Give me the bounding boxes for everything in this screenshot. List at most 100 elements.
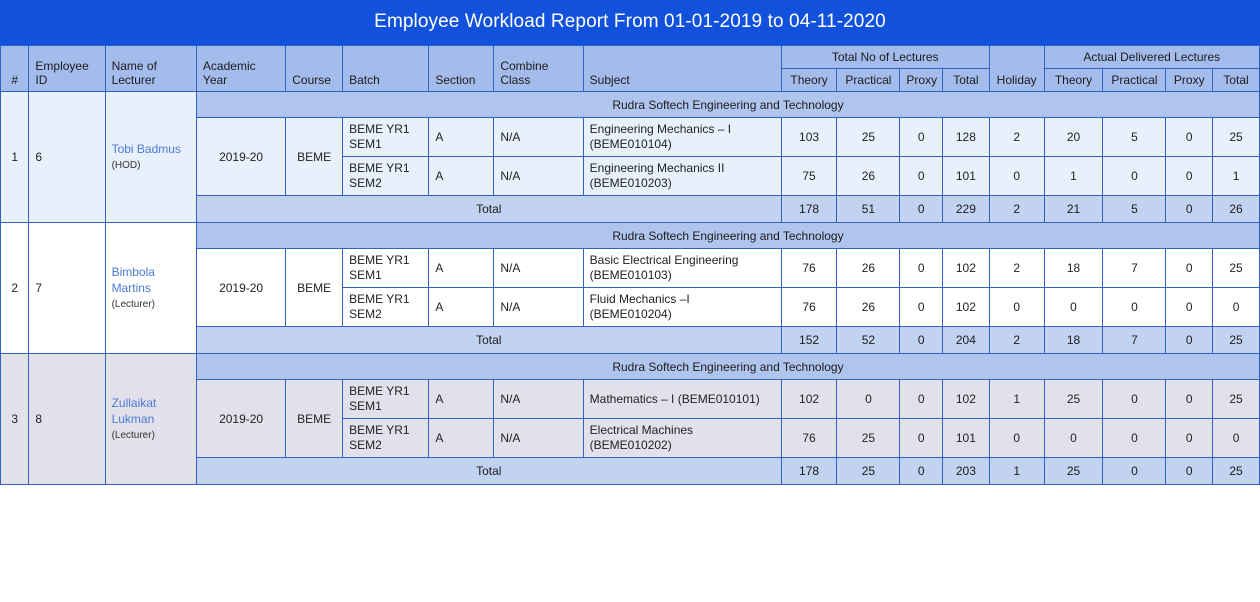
col-employee-id: Employee ID — [28, 45, 106, 92]
section-cell: A — [428, 418, 495, 458]
combine-class-cell: N/A — [493, 287, 584, 327]
group-total-label: Total — [195, 195, 782, 223]
batch-cell: BEME YR1 SEM1 — [342, 248, 430, 288]
cell-total-proxy: 0 — [899, 117, 944, 157]
col-actual-proxy: Proxy — [1165, 68, 1214, 92]
section-cell: A — [428, 248, 495, 288]
employee-workload-report: Employee Workload Report From 01-01-2019… — [0, 0, 1260, 485]
group-institution-row: 3 8 Zullaikat Lukman (Lecturer) Rudra Softec… — [0, 353, 1260, 485]
employee-id-cell: 8 — [28, 353, 106, 485]
report-title: Employee Workload Report From 01-01-2019… — [0, 0, 1260, 45]
subject-cell: Engineering Mechanics II (BEME010203) — [582, 156, 782, 196]
cell-holiday: 2 — [988, 117, 1045, 157]
cell-actual-practical: 0 — [1102, 418, 1167, 458]
section-cell: A — [428, 379, 495, 419]
cell-total-theory: 76 — [780, 418, 838, 458]
cell-total-total: 101 — [942, 418, 990, 458]
cell-total-proxy: 0 — [899, 156, 944, 196]
cell-holiday: 0 — [988, 418, 1045, 458]
cell-total-practical: 0 — [836, 379, 901, 419]
group-total-total-theory: 178 — [780, 195, 838, 223]
cell-total-proxy: 0 — [899, 287, 944, 327]
academic-year-cell: 2019-20 — [195, 248, 287, 327]
col-index: # — [0, 45, 30, 92]
cell-total-total: 102 — [942, 287, 990, 327]
group-total-total-total: 203 — [942, 457, 990, 485]
cell-total-total: 101 — [942, 156, 990, 196]
lecturer-name-link[interactable]: Tobi Badmus — [112, 141, 190, 157]
cell-holiday: 2 — [988, 248, 1045, 288]
lecturer-cell: Zullaikat Lukman (Lecturer) — [104, 353, 197, 485]
group-total-total-proxy: 0 — [899, 326, 944, 354]
combine-class-cell: N/A — [493, 156, 584, 196]
cell-total-total: 102 — [942, 248, 990, 288]
cell-total-practical: 25 — [836, 418, 901, 458]
cell-actual-theory: 0 — [1043, 418, 1104, 458]
col-section: Section — [428, 45, 495, 92]
group-total-total-proxy: 0 — [899, 195, 944, 223]
institution-name: Rudra Softech Engineering and Technology — [195, 222, 1260, 249]
group-total-actual-proxy: 0 — [1165, 195, 1214, 223]
lecturer-name-link[interactable]: Zullaikat Lukman — [112, 395, 190, 427]
cell-actual-proxy: 0 — [1165, 248, 1214, 288]
cell-total-theory: 103 — [780, 117, 838, 157]
group-total-holiday: 2 — [988, 195, 1045, 223]
cell-total-proxy: 0 — [899, 379, 944, 419]
col-total-practical: Practical — [836, 68, 901, 92]
employee-id-cell: 6 — [28, 91, 106, 223]
cell-total-practical: 26 — [836, 156, 901, 196]
group-total-actual-theory: 21 — [1043, 195, 1104, 223]
group-total-actual-practical: 7 — [1102, 326, 1167, 354]
batch-cell: BEME YR1 SEM2 — [342, 287, 430, 327]
batch-cell: BEME YR1 SEM1 — [342, 379, 430, 419]
group-total-actual-proxy: 0 — [1165, 457, 1214, 485]
batch-cell: BEME YR1 SEM1 — [342, 117, 430, 157]
cell-actual-proxy: 0 — [1165, 287, 1214, 327]
col-actual-total: Total — [1212, 68, 1260, 92]
col-holiday: Holiday — [988, 45, 1045, 92]
group-institution-row: 1 6 Tobi Badmus (HOD) Rudra Softech Engineer… — [0, 91, 1260, 223]
group-total-total-proxy: 0 — [899, 457, 944, 485]
cell-total-practical: 25 — [836, 117, 901, 157]
course-cell: BEME — [285, 379, 344, 458]
lecturer-cell: Bimbola Martins (Lecturer) — [104, 222, 197, 354]
section-cell: A — [428, 117, 495, 157]
section-cell: A — [428, 287, 495, 327]
course-cell: BEME — [285, 248, 344, 327]
lecturer-cell: Tobi Badmus (HOD) — [104, 91, 197, 223]
group-total-total-practical: 51 — [836, 195, 901, 223]
cell-total-practical: 26 — [836, 248, 901, 288]
col-subject: Subject — [582, 45, 782, 92]
cell-actual-proxy: 0 — [1165, 156, 1214, 196]
cell-actual-proxy: 0 — [1165, 418, 1214, 458]
row-index: 2 — [0, 222, 30, 354]
subject-cell: Mathematics – I (BEME010101) — [582, 379, 782, 419]
row-index: 1 — [0, 91, 30, 223]
table-header: # Employee ID Name of Lecturer Academic … — [0, 45, 1260, 92]
course-cell: BEME — [285, 117, 344, 196]
institution-name: Rudra Softech Engineering and Technology — [195, 91, 1260, 118]
group-total-total-theory: 152 — [780, 326, 838, 354]
combine-class-cell: N/A — [493, 418, 584, 458]
subject-cell: Basic Electrical Engineering (BEME010103) — [582, 248, 782, 288]
col-academic-year: Academic Year — [195, 45, 287, 92]
group-total-actual-total: 25 — [1212, 326, 1260, 354]
cell-actual-theory: 0 — [1043, 287, 1104, 327]
batch-cell: BEME YR1 SEM2 — [342, 156, 430, 196]
cell-actual-theory: 18 — [1043, 248, 1104, 288]
group-total-total-total: 204 — [942, 326, 990, 354]
group-total-total-practical: 25 — [836, 457, 901, 485]
col-lecturer: Name of Lecturer — [104, 45, 197, 92]
institution-name: Rudra Softech Engineering and Technology — [195, 353, 1260, 380]
col-batch: Batch — [342, 45, 430, 92]
group-total-actual-practical: 5 — [1102, 195, 1167, 223]
cell-total-practical: 26 — [836, 287, 901, 327]
cell-total-proxy: 0 — [899, 248, 944, 288]
lecturer-role: (Lecturer) — [111, 298, 155, 310]
cell-holiday: 0 — [988, 287, 1045, 327]
lecturer-name-link[interactable]: Bimbola Martins — [112, 264, 190, 296]
col-course: Course — [285, 45, 344, 92]
cell-total-total: 128 — [942, 117, 990, 157]
cell-actual-total: 1 — [1212, 156, 1260, 196]
col-total-total: Total — [942, 68, 990, 92]
